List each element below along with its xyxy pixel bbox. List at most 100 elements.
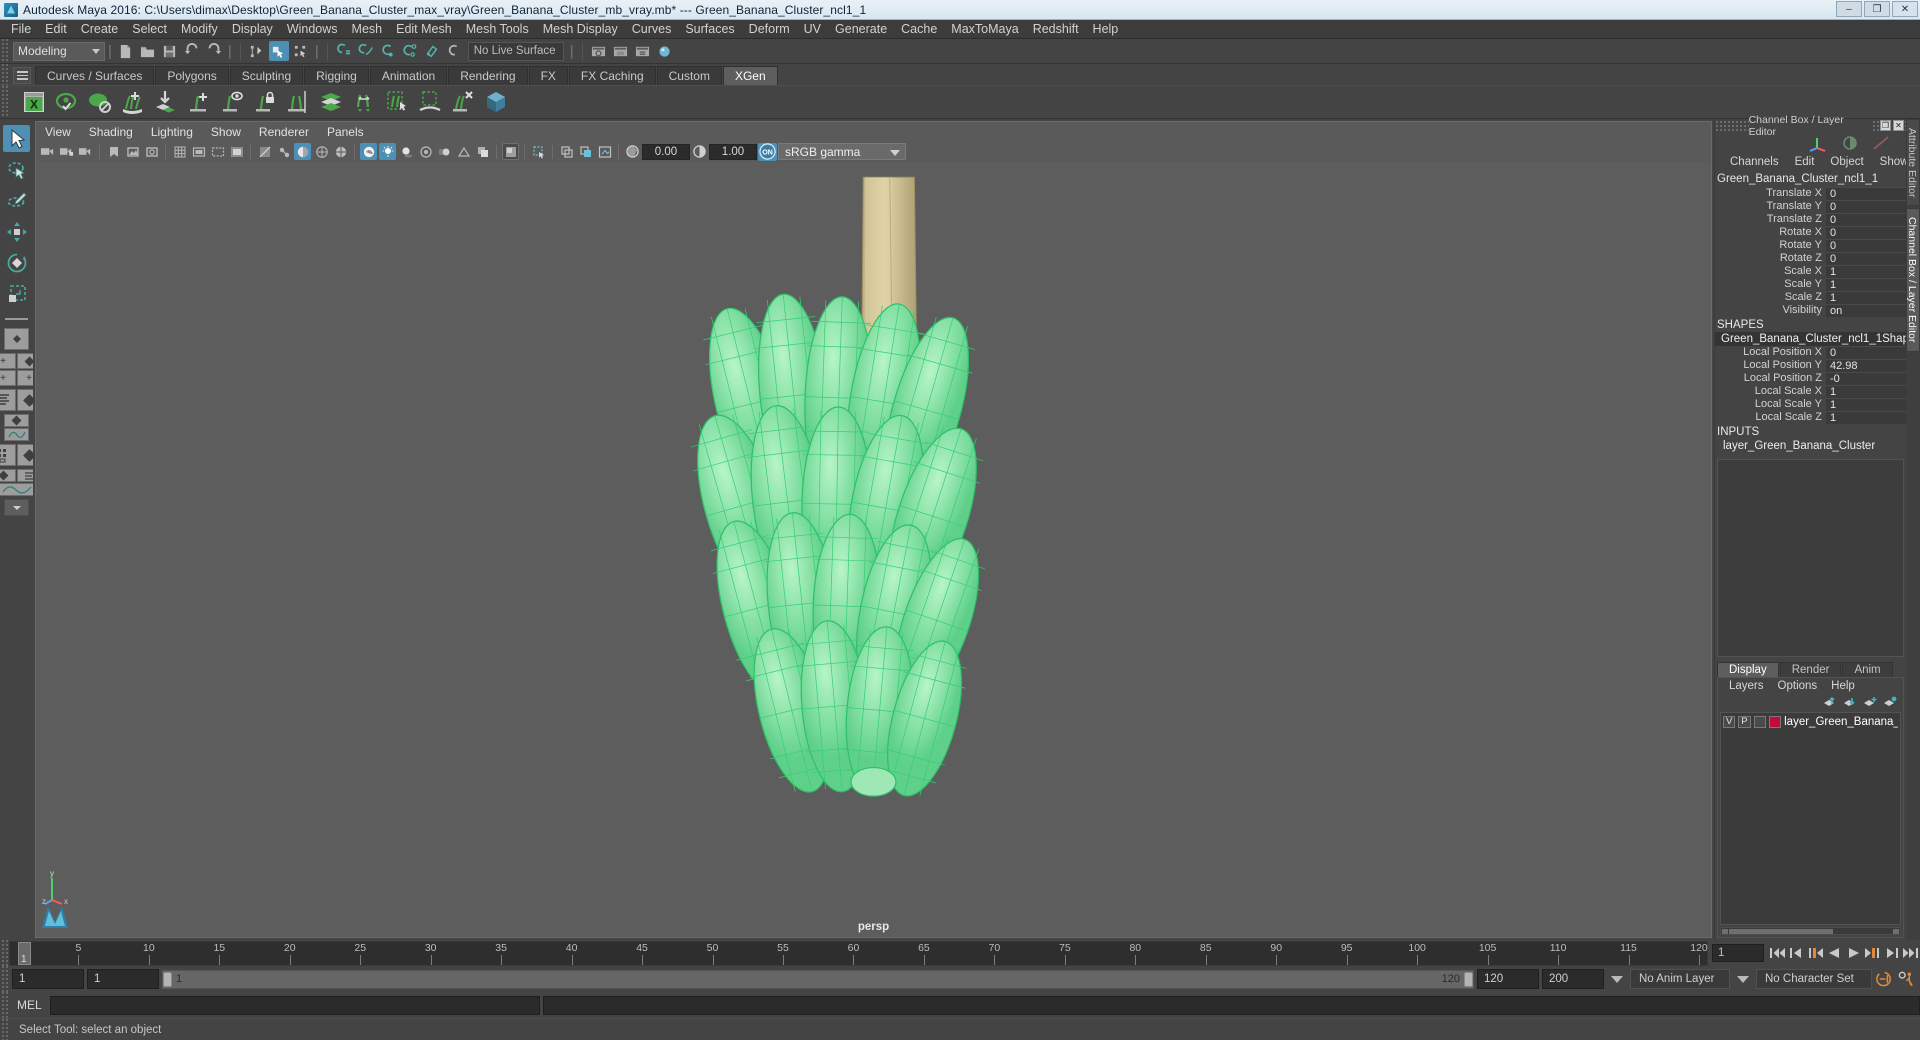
- scroll-thumb[interactable]: [1729, 929, 1833, 934]
- anim-layer-select[interactable]: No Anim Layer: [1630, 969, 1730, 989]
- snap-curve-icon[interactable]: [356, 41, 376, 61]
- color-profile-select[interactable]: sRGB gamma: [778, 143, 906, 160]
- xgen-mirror-guide-icon[interactable]: [283, 88, 312, 117]
- viewport-menu-view[interactable]: View: [36, 122, 80, 142]
- viewport-menu-show[interactable]: Show: [202, 122, 250, 142]
- range-left-handle[interactable]: [163, 971, 172, 987]
- menu-item-mesh-display[interactable]: Mesh Display: [536, 20, 625, 39]
- scale-tool-button[interactable]: [3, 280, 30, 307]
- channel-value[interactable]: 0: [1826, 226, 1906, 239]
- shelf-tab-rendering[interactable]: Rendering: [448, 66, 528, 85]
- channel-value[interactable]: 1: [1826, 291, 1906, 304]
- select-object-icon[interactable]: [268, 41, 289, 61]
- channel-label[interactable]: Rotate Y: [1715, 239, 1826, 252]
- gamma-field[interactable]: 1.00: [709, 143, 757, 160]
- command-language-label[interactable]: MEL: [9, 998, 50, 1012]
- shelf-menu-icon[interactable]: [13, 67, 31, 84]
- commandline-grip[interactable]: [0, 992, 9, 1018]
- wireframe-on-shaded-icon[interactable]: [332, 143, 349, 160]
- shape-channel-value[interactable]: 1: [1826, 398, 1906, 411]
- snap-projected-center-icon[interactable]: [400, 41, 420, 61]
- xgen-delete-guide-icon[interactable]: [448, 88, 477, 117]
- shelf-tab-xgen[interactable]: XGen: [722, 66, 778, 85]
- channel-value[interactable]: 0: [1826, 239, 1906, 252]
- channel-label[interactable]: Rotate X: [1715, 226, 1826, 239]
- shelf-icons-grip[interactable]: [0, 86, 9, 118]
- auto-keyframe-icon[interactable]: [1875, 969, 1894, 989]
- paste-view-icon[interactable]: [577, 143, 594, 160]
- select-component-icon[interactable]: [291, 41, 311, 61]
- shape-channel-label[interactable]: Local Position Y: [1715, 359, 1826, 372]
- statusline-grip[interactable]: [0, 39, 9, 63]
- menu-item-mesh[interactable]: Mesh: [345, 20, 390, 39]
- open-scene-icon[interactable]: [138, 41, 158, 61]
- resolution-gate-icon[interactable]: [209, 143, 226, 160]
- shelf-tab-sculpting[interactable]: Sculpting: [229, 66, 304, 85]
- menu-item-display[interactable]: Display: [225, 20, 280, 39]
- xgen-move-guide-icon[interactable]: [349, 88, 378, 117]
- layer-list-hscrollbar[interactable]: [1720, 927, 1901, 935]
- persp-graph-layout-button[interactable]: [4, 414, 29, 441]
- xgen-window-icon[interactable]: X: [19, 88, 48, 117]
- menu-item-edit[interactable]: Edit: [38, 20, 74, 39]
- step-forward-frame-icon[interactable]: [1863, 943, 1882, 963]
- film-gate-icon[interactable]: [190, 143, 207, 160]
- grid-icon[interactable]: [171, 143, 188, 160]
- character-set-chevron-icon[interactable]: [1737, 975, 1749, 983]
- redo-icon[interactable]: [204, 41, 224, 61]
- timeslider-grip[interactable]: [0, 940, 9, 966]
- channelbox-menu-edit[interactable]: Edit: [1787, 156, 1823, 168]
- channel-label[interactable]: Visibility: [1715, 304, 1826, 317]
- scroll-left-arrow[interactable]: [1722, 929, 1728, 934]
- viewport-menu-lighting[interactable]: Lighting: [142, 122, 202, 142]
- scroll-right-arrow[interactable]: [1893, 929, 1899, 934]
- anim-layer-chevron-icon[interactable]: [1611, 975, 1623, 983]
- xgen-select-guide-icon[interactable]: [217, 88, 246, 117]
- xgen-select-region-icon[interactable]: [382, 88, 411, 117]
- menu-item-cache[interactable]: Cache: [894, 20, 944, 39]
- select-camera-icon[interactable]: [39, 143, 56, 160]
- input-node-name[interactable]: layer_Green_Banana_Cluster: [1715, 439, 1906, 453]
- layer-list[interactable]: VPlayer_Green_Banana_Clu: [1720, 711, 1901, 925]
- layer-state-toggle[interactable]: [1753, 715, 1766, 728]
- wireframe-icon[interactable]: [313, 143, 330, 160]
- step-back-frame-icon[interactable]: [1806, 943, 1825, 963]
- shape-channel-label[interactable]: Local Scale Z: [1715, 411, 1826, 424]
- viewport-menu-panels[interactable]: Panels: [318, 122, 373, 142]
- menu-item-windows[interactable]: Windows: [280, 20, 345, 39]
- range-right-handle[interactable]: [1464, 971, 1473, 987]
- render-settings-icon[interactable]: [633, 41, 653, 61]
- motion-blur-icon[interactable]: [436, 143, 453, 160]
- menu-item-curves[interactable]: Curves: [625, 20, 679, 39]
- channelbox-menu-object[interactable]: Object: [1822, 156, 1871, 168]
- move-layer-down-icon[interactable]: [1843, 696, 1857, 708]
- channel-value[interactable]: 0: [1826, 252, 1906, 265]
- close-button[interactable]: ✕: [1892, 1, 1918, 17]
- xray-icon[interactable]: [256, 143, 273, 160]
- viewport-settings-icon[interactable]: [502, 143, 519, 160]
- xgen-density-icon[interactable]: [316, 88, 345, 117]
- channelbox-menu-channels[interactable]: Channels: [1722, 156, 1787, 168]
- screen-space-ao-icon[interactable]: [417, 143, 434, 160]
- panel-close-button[interactable]: ✕: [1893, 120, 1904, 131]
- ipr-render-icon[interactable]: [611, 41, 631, 61]
- gamma-icon[interactable]: [691, 143, 708, 160]
- live-surface-field[interactable]: No Live Surface: [467, 41, 564, 61]
- channel-label[interactable]: Scale Y: [1715, 278, 1826, 291]
- shape-channel-value[interactable]: -0: [1826, 372, 1906, 385]
- shape-channel-value[interactable]: 0: [1826, 346, 1906, 359]
- move-layer-up-icon[interactable]: [1823, 696, 1837, 708]
- save-scene-icon[interactable]: [160, 41, 180, 61]
- hypershade-icon[interactable]: [655, 41, 675, 61]
- layer-tab-anim[interactable]: Anim: [1842, 661, 1893, 677]
- layer-name-label[interactable]: layer_Green_Banana_Clu: [1784, 716, 1898, 728]
- xgen-import-icon[interactable]: [151, 88, 180, 117]
- persp-viewport[interactable]: y x z persp: [35, 162, 1712, 938]
- shelf-grip[interactable]: [0, 64, 9, 85]
- xgen-add-guide-icon[interactable]: [184, 88, 213, 117]
- playback-start-time-field[interactable]: 1: [87, 969, 159, 989]
- channel-label[interactable]: Translate X: [1715, 187, 1826, 200]
- multisample-icon[interactable]: [455, 143, 472, 160]
- camera-attributes-icon[interactable]: [77, 143, 94, 160]
- exposure-icon[interactable]: [624, 143, 641, 160]
